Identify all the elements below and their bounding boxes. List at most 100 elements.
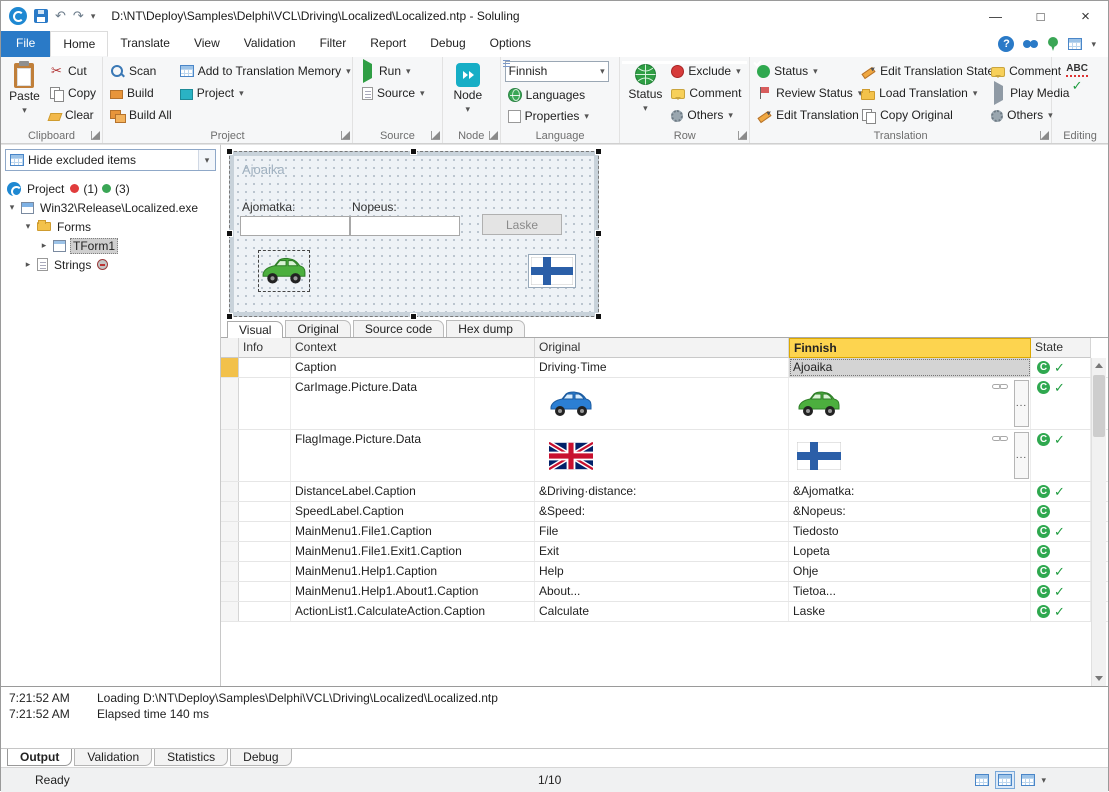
row-comment-button[interactable]: Comment bbox=[668, 82, 744, 104]
cut-button[interactable]: ✂ Cut bbox=[46, 60, 99, 82]
tab-file[interactable]: File bbox=[1, 31, 51, 57]
translation-dialog-launcher-icon[interactable] bbox=[1040, 131, 1050, 140]
save-icon[interactable] bbox=[34, 9, 48, 23]
toolbar-dropdown-icon[interactable]: ▾ bbox=[1091, 39, 1096, 49]
translation-status-button[interactable]: Status ▾ bbox=[754, 60, 856, 82]
source-button[interactable]: Source ▾ bbox=[357, 82, 428, 104]
tab-validation[interactable]: Validation bbox=[232, 31, 308, 57]
project-dialog-launcher-icon[interactable] bbox=[341, 131, 350, 140]
table-row[interactable]: SpeedLabel.Caption &Speed: &Nopeus: C bbox=[221, 502, 1108, 522]
tab-source-code[interactable]: Source code bbox=[352, 320, 445, 337]
tree-item-tform1[interactable]: ▸ TForm1 bbox=[1, 236, 220, 255]
table-row[interactable]: FlagImage.Picture.Data ... C ✓ bbox=[221, 430, 1108, 482]
tab-home[interactable]: Home bbox=[50, 31, 109, 57]
paste-button[interactable]: Paste ▾ bbox=[5, 60, 44, 127]
tab-filter[interactable]: Filter bbox=[308, 31, 359, 57]
copy-button[interactable]: Copy bbox=[46, 82, 99, 104]
project-button[interactable]: Project ▾ bbox=[177, 82, 354, 104]
expand-icon[interactable]: ▸ bbox=[23, 259, 33, 270]
scroll-down-icon[interactable] bbox=[1092, 671, 1106, 686]
close-button[interactable]: × bbox=[1063, 1, 1108, 31]
selection-handle[interactable] bbox=[595, 230, 602, 237]
header-original[interactable]: Original bbox=[535, 338, 789, 358]
exclude-button[interactable]: Exclude ▾ bbox=[668, 60, 744, 82]
table-row[interactable]: Caption Driving·Time Ajoaika C ✓ bbox=[221, 358, 1108, 378]
tab-visual[interactable]: Visual bbox=[227, 321, 284, 338]
selection-handle[interactable] bbox=[410, 313, 417, 320]
selected-view-box[interactable] bbox=[995, 771, 1016, 789]
build-button[interactable]: Build bbox=[107, 82, 175, 104]
translation-image-cell[interactable]: ... bbox=[789, 378, 1031, 429]
table-row[interactable]: CarImage.Picture.Data ... C ✓ bbox=[221, 378, 1108, 430]
tab-view[interactable]: View bbox=[182, 31, 232, 57]
row-others-button[interactable]: Others ▾ bbox=[668, 104, 744, 126]
source-dialog-launcher-icon[interactable] bbox=[430, 131, 440, 140]
header-context[interactable]: Context bbox=[291, 338, 535, 358]
selection-handle[interactable] bbox=[226, 230, 233, 237]
collapse-icon[interactable]: ▾ bbox=[7, 202, 17, 213]
tab-report[interactable]: Report bbox=[358, 31, 418, 57]
table-row[interactable]: MainMenu1.Help1.Caption Help Ohje C ✓ bbox=[221, 562, 1108, 582]
selection-handle[interactable] bbox=[595, 148, 602, 155]
clear-button[interactable]: Clear bbox=[46, 104, 99, 126]
tree-item-strings[interactable]: ▸ Strings bbox=[1, 255, 220, 274]
review-status-button[interactable]: Review Status ▾ bbox=[754, 82, 862, 104]
form-designer-preview[interactable]: Ajoaika Ajomatka: Nopeus: Laske bbox=[226, 148, 602, 320]
header-info[interactable]: Info bbox=[239, 338, 291, 358]
maximize-button[interactable]: □ bbox=[1018, 1, 1063, 31]
run-button[interactable]: Run ▾ bbox=[357, 58, 428, 83]
filter-dropdown-icon[interactable]: ▾ bbox=[198, 150, 215, 170]
scan-button[interactable]: Scan bbox=[107, 60, 175, 82]
table-row[interactable]: MainMenu1.File1.Exit1.Caption Exit Lopet… bbox=[221, 542, 1108, 562]
build-all-button[interactable]: Build All bbox=[107, 104, 175, 126]
header-finnish[interactable]: Finnish bbox=[789, 338, 1031, 358]
app-logo-icon[interactable] bbox=[9, 7, 27, 25]
selection-handle[interactable] bbox=[226, 313, 233, 320]
original-image-cell[interactable] bbox=[535, 378, 789, 429]
distance-label[interactable]: Ajomatka: bbox=[242, 200, 295, 214]
tab-hex-dump[interactable]: Hex dump bbox=[446, 320, 525, 337]
table-row[interactable]: MainMenu1.Help1.About1.Caption About... … bbox=[221, 582, 1108, 602]
tab-debug-panel[interactable]: Debug bbox=[230, 749, 292, 766]
form-view-icon[interactable] bbox=[1021, 774, 1036, 786]
car-image-preview[interactable] bbox=[258, 250, 310, 292]
tree-filter-select[interactable]: Hide excluded items ▾ bbox=[5, 149, 216, 171]
row-dialog-launcher-icon[interactable] bbox=[738, 131, 748, 140]
add-to-translation-memory-button[interactable]: Add to Translation Memory ▾ bbox=[177, 60, 354, 82]
row-status-button[interactable]: Status ▾ bbox=[624, 60, 666, 127]
redo-icon[interactable]: ↷ bbox=[73, 8, 84, 24]
scroll-up-icon[interactable] bbox=[1092, 358, 1106, 373]
table-row[interactable]: MainMenu1.File1.Caption File Tiedosto C ✓ bbox=[221, 522, 1108, 542]
tab-output[interactable]: Output bbox=[7, 749, 73, 766]
tab-original[interactable]: Original bbox=[285, 320, 351, 337]
open-editor-button[interactable]: ... bbox=[1014, 432, 1029, 479]
expand-icon[interactable]: ▸ bbox=[39, 240, 49, 251]
load-translation-button[interactable]: Load Translation ▾ bbox=[858, 82, 986, 104]
binoculars-icon[interactable] bbox=[1023, 37, 1039, 52]
tree-item-forms[interactable]: ▾ Forms bbox=[1, 217, 220, 236]
tree-item-exe[interactable]: ▾ Win32\Release\Localized.exe bbox=[1, 198, 220, 217]
node-button[interactable]: Node ▾ bbox=[447, 60, 489, 127]
flag-image-preview[interactable] bbox=[528, 254, 576, 288]
tab-options[interactable]: Options bbox=[478, 31, 543, 57]
tab-statistics[interactable]: Statistics bbox=[154, 749, 229, 766]
clipboard-dialog-launcher-icon[interactable] bbox=[91, 131, 100, 140]
node-dialog-launcher-icon[interactable] bbox=[488, 131, 498, 140]
customize-quick-access-icon[interactable]: ▾ bbox=[91, 11, 96, 21]
edit-translation-state-button[interactable]: Edit Translation State bbox=[858, 60, 994, 82]
speed-label[interactable]: Nopeus: bbox=[352, 200, 397, 214]
collapse-icon[interactable]: ▾ bbox=[23, 221, 33, 232]
table-row[interactable]: DistanceLabel.Caption &Driving·distance:… bbox=[221, 482, 1108, 502]
form-canvas[interactable]: Ajoaika Ajomatka: Nopeus: Laske bbox=[234, 156, 594, 312]
copy-original-button[interactable]: Copy Original bbox=[858, 104, 986, 126]
selection-handle[interactable] bbox=[595, 313, 602, 320]
spell-check-button[interactable]: ABC ✓ bbox=[1056, 60, 1098, 127]
header-state[interactable]: State bbox=[1031, 338, 1091, 358]
tab-translate[interactable]: Translate bbox=[108, 31, 182, 57]
vertical-scrollbar[interactable] bbox=[1091, 358, 1106, 686]
tab-debug[interactable]: Debug bbox=[418, 31, 477, 57]
translation-image-cell[interactable]: ... bbox=[789, 430, 1031, 481]
language-properties-button[interactable]: Properties ▾ bbox=[505, 105, 609, 127]
layout-grid-icon[interactable] bbox=[1068, 38, 1083, 50]
distance-input[interactable] bbox=[240, 216, 350, 236]
